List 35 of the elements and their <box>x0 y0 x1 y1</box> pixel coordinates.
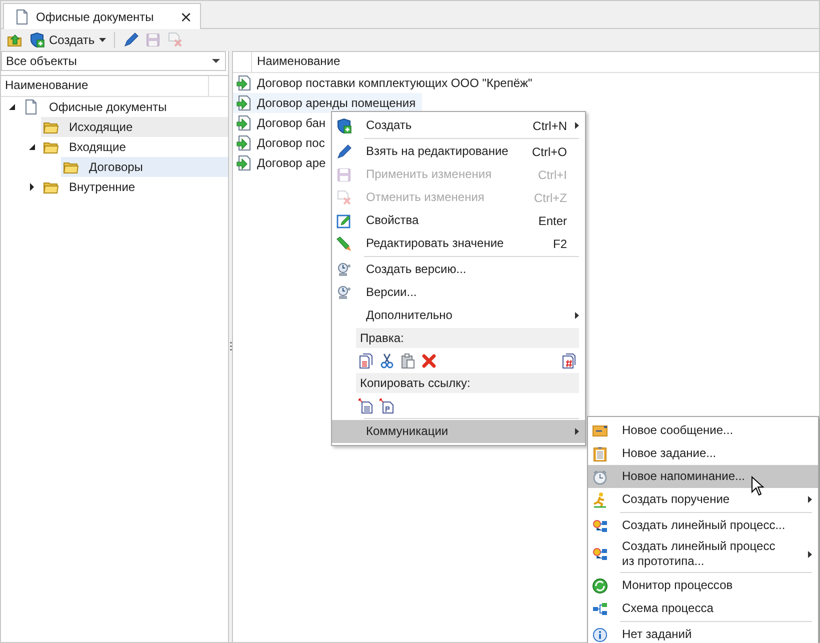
tree-item[interactable]: Офисные документы <box>21 97 228 117</box>
filter-dropdown[interactable]: Все объекты <box>1 51 226 71</box>
menu-item[interactable]: Создать линейный процесс... <box>588 514 818 537</box>
menu-item[interactable]: Новое сообщение... <box>588 419 818 442</box>
document-row[interactable]: Договор аренды помещения <box>233 93 422 113</box>
menu-item[interactable]: Дополнительно <box>332 304 585 327</box>
document-tab[interactable]: Офисные документы × <box>3 3 202 29</box>
document-row[interactable]: Договор аре <box>233 153 332 173</box>
section-header: Копировать ссылку: <box>356 373 579 393</box>
menu-item[interactable]: Редактировать значение F2 <box>332 232 585 255</box>
menu-item[interactable]: Создать Ctrl+N <box>332 114 585 137</box>
column-header[interactable]: Наименование <box>1 76 209 96</box>
menu-item[interactable]: Коммуникации <box>332 420 585 443</box>
column-header[interactable]: Наименование <box>252 52 819 72</box>
menu-item[interactable]: Версии... <box>332 281 585 304</box>
menu-item[interactable]: Взять на редактирование Ctrl+O <box>332 140 585 163</box>
tree-item[interactable]: Исходящие <box>41 117 228 137</box>
tree-item[interactable]: Внутренние <box>41 177 228 197</box>
menu-item[interactable]: Схема процесса <box>588 597 818 620</box>
close-button[interactable]: × <box>178 8 194 26</box>
document-row[interactable]: Договор пос <box>233 133 331 153</box>
tree-item[interactable]: Входящие <box>41 137 228 157</box>
menu-item[interactable]: Создать версию... <box>332 258 585 281</box>
menu-item[interactable]: Создать поручение <box>588 488 818 511</box>
section-header: Правка: <box>356 328 579 348</box>
document-row[interactable]: Договор бан <box>233 113 332 133</box>
create-button[interactable]: Создать <box>27 31 108 49</box>
menu-item[interactable]: Монитор процессов <box>588 574 818 597</box>
document-row[interactable]: Договор поставки комплектующих ООО "Крепёж" <box>233 73 538 93</box>
menu-item[interactable]: Свойства Enter <box>332 209 585 232</box>
menu-item[interactable]: Новое задание... <box>588 442 818 465</box>
tree-item[interactable]: Договоры <box>61 157 228 177</box>
menu-item[interactable]: Создать линейный процесс из прототипа... <box>588 537 818 571</box>
menu-item[interactable]: Нет заданий <box>588 623 818 643</box>
menu-item[interactable]: Новое напоминание... <box>588 465 818 488</box>
